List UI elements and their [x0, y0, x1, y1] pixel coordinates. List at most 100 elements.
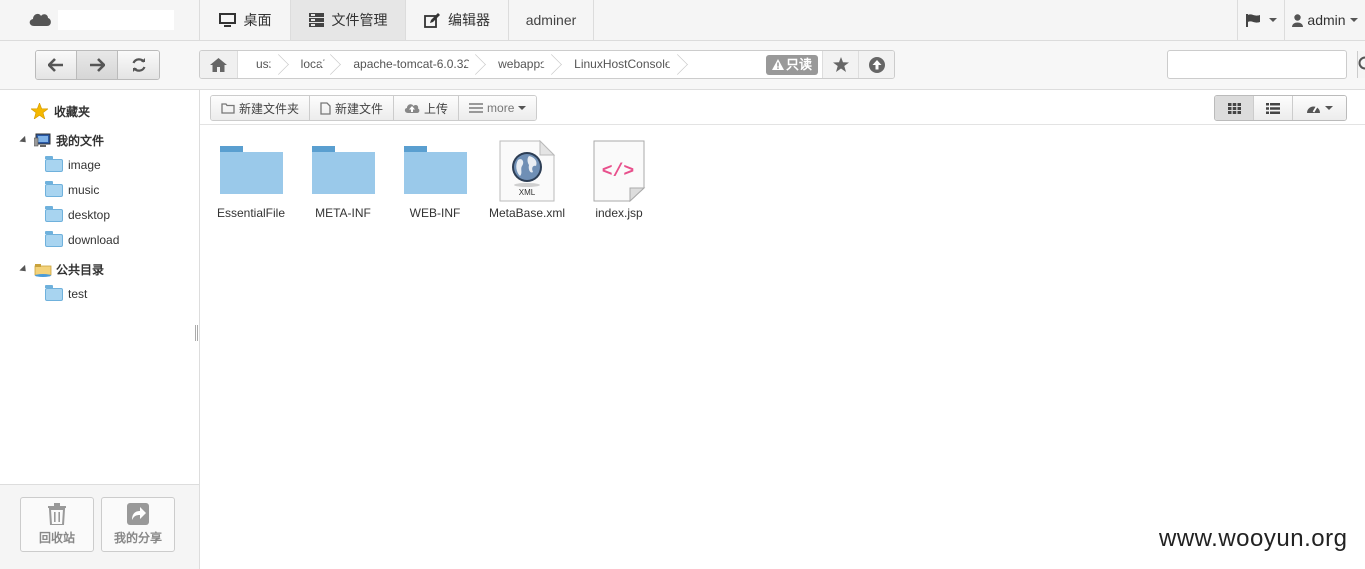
- breadcrumb-item[interactable]: local: [283, 51, 336, 78]
- arrow-left-icon: [48, 58, 63, 72]
- logo[interactable]: [0, 0, 200, 40]
- sidebar-item-my-files[interactable]: 我的文件: [19, 128, 105, 152]
- breadcrumb-item[interactable]: LinuxHostConsole: [556, 51, 681, 78]
- my-share-button[interactable]: 我的分享: [101, 497, 175, 552]
- file-item-code[interactable]: </> index.jsp: [577, 140, 661, 220]
- arrow-up-circle-icon: [868, 56, 885, 73]
- arrow-right-icon: [90, 58, 105, 72]
- xml-file-icon: XML: [499, 140, 556, 202]
- new-folder-button[interactable]: 新建文件夹: [211, 96, 311, 120]
- upload-button[interactable]: 上传: [394, 96, 460, 120]
- list-icon: [469, 103, 484, 113]
- file-item-folder[interactable]: META-INF: [301, 140, 385, 220]
- refresh-button[interactable]: [118, 51, 159, 79]
- folder-outline-icon: [221, 102, 235, 114]
- sidebar-item-label: 公共目录: [56, 262, 105, 277]
- code-file-icon: </>: [593, 140, 646, 202]
- caret-down-icon: [1268, 18, 1277, 22]
- tab-label: 文件管理: [331, 12, 388, 28]
- file-name: META-INF: [315, 206, 371, 220]
- tab-label: 桌面: [243, 12, 272, 28]
- sidebar-item-label: 我的文件: [56, 133, 105, 148]
- tab-file-manager[interactable]: 文件管理: [291, 0, 406, 40]
- xml-badge: XML: [519, 188, 536, 197]
- search-icon: [1358, 56, 1365, 70]
- dashboard-icon: [1307, 106, 1320, 113]
- file-name: EssentialFile: [216, 206, 286, 220]
- grid-view-button[interactable]: [1215, 96, 1254, 120]
- folder-icon: [45, 284, 63, 301]
- list-view-button[interactable]: [1254, 96, 1293, 120]
- upload-label: 上传: [424, 101, 449, 116]
- new-file-button[interactable]: 新建文件: [310, 96, 395, 120]
- top-bar: 桌面 文件管理 编辑器 adminer admin: [0, 0, 1365, 41]
- folder-icon: [45, 205, 63, 222]
- file-item-folder[interactable]: EssentialFile: [209, 140, 293, 220]
- forward-button[interactable]: [77, 51, 118, 79]
- sidebar-item-public[interactable]: 公共目录: [19, 257, 105, 281]
- sidebar-item-desktop[interactable]: desktop: [45, 203, 110, 227]
- go-up-button[interactable]: [858, 51, 894, 78]
- list-view-icon: [1266, 102, 1280, 114]
- breadcrumb: usr local apache-tomcat-6.0.32 webapps L…: [199, 50, 895, 79]
- user-menu[interactable]: admin: [1284, 0, 1365, 40]
- brand-name-redacted: [58, 10, 174, 30]
- file-item-folder[interactable]: WEB-INF: [393, 140, 477, 220]
- sidebar-item-label: download: [68, 233, 120, 247]
- file-actions: 新建文件夹 新建文件 上传 more: [210, 95, 538, 121]
- breadcrumb-item[interactable]: usr: [238, 51, 283, 78]
- tab-editor[interactable]: 编辑器: [406, 0, 509, 40]
- display-settings-dropdown[interactable]: [1293, 96, 1346, 120]
- back-button[interactable]: [36, 51, 77, 79]
- language-dropdown[interactable]: [1237, 0, 1284, 40]
- file-toolbar: 新建文件夹 新建文件 上传 more: [200, 90, 1365, 125]
- sidebar-item-test[interactable]: test: [45, 282, 87, 306]
- star-icon: [832, 57, 849, 72]
- monitor-icon: [218, 13, 236, 27]
- shared-folder-icon: [34, 263, 52, 277]
- more-label: more: [487, 101, 515, 115]
- code-glyph: </>: [602, 162, 634, 182]
- recycle-bin-button[interactable]: 回收站: [20, 497, 94, 552]
- sidebar-footer: 回收站 我的分享: [0, 484, 199, 569]
- home-icon: [210, 57, 227, 72]
- file-item-xml[interactable]: XML MetaBase.xml: [485, 140, 569, 220]
- sidebar-item-download[interactable]: download: [45, 228, 119, 252]
- expand-arrow-icon[interactable]: [19, 135, 29, 145]
- server-icon: [308, 13, 324, 27]
- grid-icon: [1227, 102, 1241, 114]
- readonly-label: 只读: [785, 56, 812, 72]
- sidebar-item-label: test: [68, 287, 88, 301]
- star-icon: [31, 103, 48, 119]
- username: admin: [1307, 12, 1346, 28]
- more-dropdown[interactable]: more: [459, 96, 537, 120]
- cloud-upload-icon: [404, 104, 420, 113]
- sidebar-item-label: image: [68, 158, 101, 172]
- breadcrumb-item[interactable]: webapps: [480, 51, 556, 78]
- sidebar-item-music[interactable]: music: [45, 178, 99, 202]
- expand-arrow-icon[interactable]: [19, 264, 29, 274]
- search-input[interactable]: [1168, 51, 1357, 78]
- search-button[interactable]: [1357, 51, 1365, 78]
- tab-adminer[interactable]: adminer: [509, 0, 594, 40]
- folder-icon: [311, 146, 375, 194]
- breadcrumb-item[interactable]: apache-tomcat-6.0.32: [335, 51, 480, 78]
- sidebar-item-favorites[interactable]: 收藏夹: [31, 99, 90, 123]
- tab-desktop[interactable]: 桌面: [200, 0, 291, 40]
- folder-icon: [45, 230, 63, 247]
- sidebar-resize-handle[interactable]: [195, 325, 198, 341]
- recycle-bin-label: 回收站: [38, 531, 75, 545]
- favorite-button[interactable]: [822, 51, 858, 78]
- tab-label: 编辑器: [448, 12, 490, 28]
- cloud-icon: [29, 13, 51, 26]
- my-share-label: 我的分享: [113, 531, 162, 545]
- trash-icon: [48, 503, 66, 525]
- breadcrumb-home[interactable]: [200, 51, 238, 78]
- tab-label: adminer: [525, 12, 577, 28]
- sidebar-item-image[interactable]: image: [45, 153, 101, 177]
- new-file-label: 新建文件: [335, 101, 384, 116]
- sidebar-item-label: music: [68, 183, 100, 197]
- watermark: www.wooyun.org: [1159, 525, 1348, 552]
- folder-icon: [219, 146, 283, 194]
- view-mode-switch: [1214, 95, 1347, 121]
